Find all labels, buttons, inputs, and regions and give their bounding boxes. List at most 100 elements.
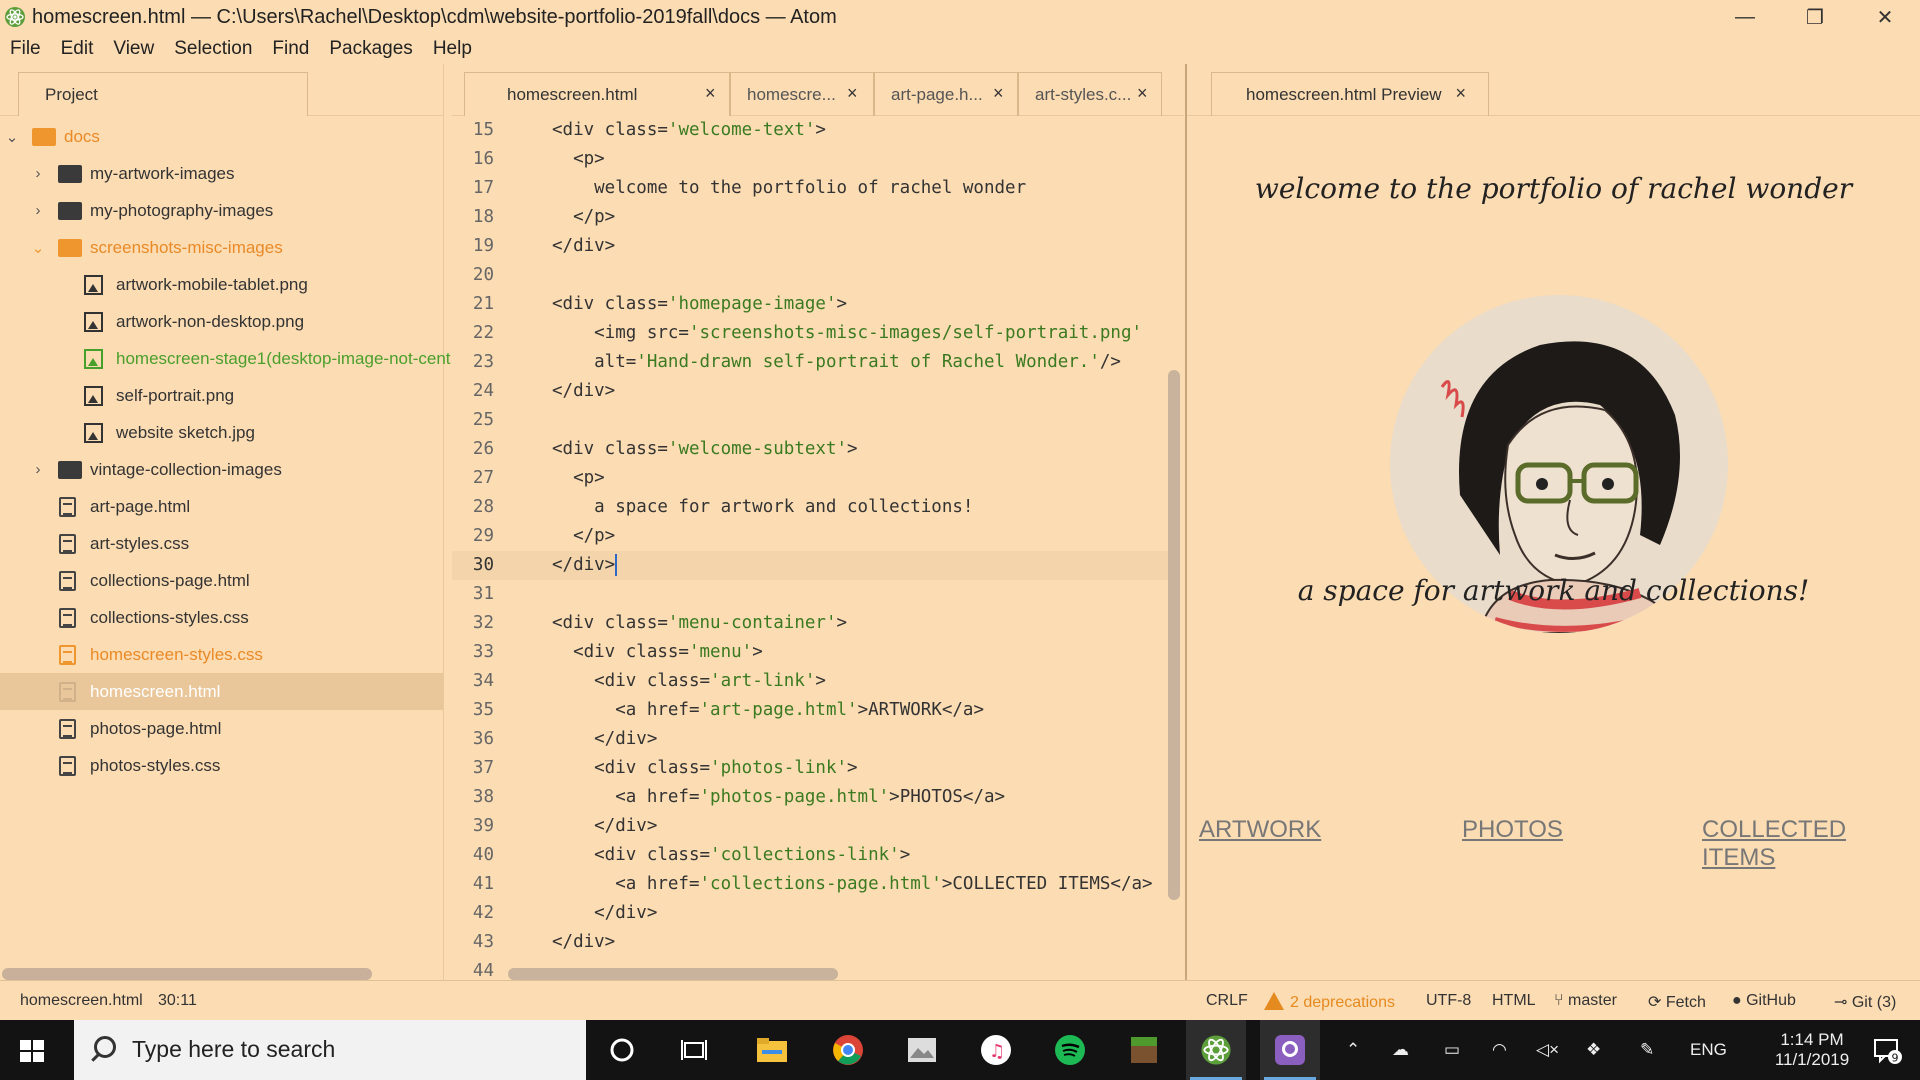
code-line[interactable]: 35 <a href='art-page.html'>ARTWORK</a> [452,696,1168,725]
tree-file[interactable]: artwork-mobile-tablet.png [0,266,443,303]
close-tab-icon[interactable]: × [1137,83,1148,104]
close-window-button[interactable]: ✕ [1850,0,1920,34]
close-tab-icon[interactable]: × [993,83,1004,104]
code-line[interactable]: 22 <img src='screenshots-misc-images/sel… [452,319,1168,348]
code-line[interactable]: 33 <div class='menu'> [452,638,1168,667]
tab-art-styles[interactable]: art-styles.c... × [1018,72,1162,116]
code-line[interactable]: 18 </p> [452,203,1168,232]
tree-folder[interactable]: › my-artwork-images [0,155,443,192]
code-line[interactable]: 39 </div> [452,812,1168,841]
code-line[interactable]: 26 <div class='welcome-subtext'> [452,435,1168,464]
status-deprecations[interactable]: 2 deprecations [1264,992,1395,1012]
preview-link-collected-items[interactable]: COLLECTED ITEMS [1702,816,1920,872]
task-view-icon[interactable] [664,1020,724,1080]
tree-file[interactable]: homescreen-stage1(desktop-image-not-cent [0,340,451,377]
onedrive-icon[interactable]: ☁ [1392,1020,1409,1080]
code-line[interactable]: 30 </div> [452,551,1168,580]
clock[interactable]: 1:14 PM 11/1/2019 [1752,1020,1872,1080]
tree-horizontal-scrollbar[interactable] [2,968,372,980]
status-branch[interactable]: ⑂ master [1554,992,1617,1010]
spotify-icon[interactable] [1040,1020,1100,1080]
code-line[interactable]: 27 <p> [452,464,1168,493]
code-line[interactable]: 43 </div> [452,928,1168,957]
close-tab-icon[interactable]: × [1455,83,1466,104]
status-line-ending[interactable]: CRLF [1206,992,1248,1010]
tab-homescreen-html[interactable]: homescreen.html × [464,72,730,116]
code-line[interactable]: 41 <a href='collections-page.html'>COLLE… [452,870,1168,899]
chevron-right-icon[interactable]: › [30,165,46,182]
wifi-icon[interactable]: ◠ [1492,1020,1507,1080]
code-line[interactable]: 17 welcome to the portfolio of rachel wo… [452,174,1168,203]
notification-center-icon[interactable]: 9 [1862,1020,1912,1080]
volume-muted-icon[interactable]: ◁× [1536,1020,1559,1080]
file-explorer-icon[interactable] [742,1020,802,1080]
tree-file[interactable]: homescreen-styles.css [0,636,443,673]
chrome-icon[interactable] [818,1020,878,1080]
menu-selection[interactable]: Selection [164,38,262,60]
tree-folder[interactable]: › my-photography-images [0,192,443,229]
tree-folder[interactable]: › vintage-collection-images [0,451,443,488]
code-line[interactable]: 24 </div> [452,377,1168,406]
atom-app-icon[interactable] [1186,1020,1246,1080]
tree-file[interactable]: artwork-non-desktop.png [0,303,443,340]
code-line[interactable]: 19 </div> [452,232,1168,261]
tree-file[interactable]: art-page.html [0,488,443,525]
tree-file[interactable]: photos-styles.css [0,747,443,784]
language-indicator[interactable]: ENG [1690,1020,1727,1080]
pen-icon[interactable]: ✎ [1640,1020,1654,1080]
chevron-up-icon[interactable]: ⌃ [1346,1020,1360,1080]
code-line[interactable]: 23 alt='Hand-drawn self-portrait of Rach… [452,348,1168,377]
code-line[interactable]: 36 </div> [452,725,1168,754]
close-tab-icon[interactable]: × [705,83,716,104]
tab-art-page[interactable]: art-page.h... × [874,72,1018,116]
tree-file[interactable]: self-portrait.png [0,377,443,414]
menu-edit[interactable]: Edit [51,38,104,60]
github-desktop-icon[interactable] [1260,1020,1320,1080]
code-line[interactable]: 32 <div class='menu-container'> [452,609,1168,638]
code-line[interactable]: 29 </p> [452,522,1168,551]
tree-file[interactable]: website sketch.jpg [0,414,443,451]
editor-vertical-scrollbar[interactable] [1168,370,1180,900]
code-line[interactable]: 40 <div class='collections-link'> [452,841,1168,870]
photos-app-icon[interactable] [892,1020,952,1080]
code-line[interactable]: 16 <p> [452,145,1168,174]
tree-file[interactable]: art-styles.css [0,525,443,562]
menu-file[interactable]: File [0,38,51,60]
status-github[interactable]: ● GitHub [1732,992,1796,1010]
code-line[interactable]: 25 [452,406,1168,435]
menu-find[interactable]: Find [262,38,319,60]
code-line[interactable]: 21 <div class='homepage-image'> [452,290,1168,319]
status-file-name[interactable]: homescreen.html [20,992,143,1010]
code-line[interactable]: 34 <div class='art-link'> [452,667,1168,696]
chevron-down-icon[interactable]: ⌄ [4,128,20,146]
tree-folder[interactable]: ⌄ screenshots-misc-images [0,229,443,266]
windows-start-icon[interactable] [20,1040,44,1062]
editor-horizontal-scrollbar[interactable] [508,968,838,980]
close-tab-icon[interactable]: × [847,83,858,104]
minimize-button[interactable]: — [1710,0,1780,34]
tree-folder-docs[interactable]: ⌄ docs [0,118,443,155]
itunes-icon[interactable]: ♫ [966,1020,1026,1080]
dropbox-icon[interactable]: ❖ [1586,1020,1601,1080]
tree-file[interactable]: collections-styles.css [0,599,443,636]
preview-link-photos[interactable]: PHOTOS [1462,816,1563,844]
chevron-right-icon[interactable]: › [30,202,46,219]
code-line[interactable]: 37 <div class='photos-link'> [452,754,1168,783]
status-git[interactable]: ⊸ Git (3) [1834,992,1896,1012]
cortana-icon[interactable] [592,1020,652,1080]
tree-file-selected[interactable]: homescreen.html [0,673,443,710]
status-encoding[interactable]: UTF-8 [1426,992,1471,1010]
minecraft-icon[interactable] [1114,1020,1174,1080]
code-line[interactable]: 31 [452,580,1168,609]
status-fetch[interactable]: ⟳ Fetch [1648,992,1706,1012]
status-cursor-position[interactable]: 30:11 [158,992,197,1010]
tab-preview[interactable]: homescreen.html Preview × [1211,72,1489,116]
code-line[interactable]: 42 </div> [452,899,1168,928]
code-line[interactable]: 38 <a href='photos-page.html'>PHOTOS</a> [452,783,1168,812]
menu-packages[interactable]: Packages [319,38,422,60]
code-line[interactable]: 20 [452,261,1168,290]
chevron-right-icon[interactable]: › [30,461,46,478]
restore-button[interactable]: ❐ [1780,0,1850,34]
tree-file[interactable]: photos-page.html [0,710,443,747]
code-line[interactable]: 15 <div class='welcome-text'> [452,116,1168,145]
